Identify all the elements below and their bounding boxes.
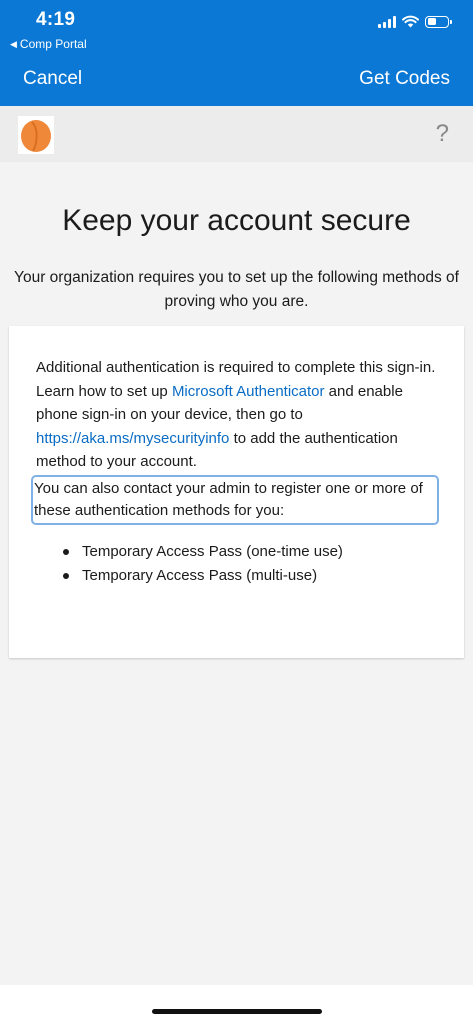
cellular-signal-icon (378, 15, 396, 28)
microsoft-authenticator-link[interactable]: Microsoft Authenticator (172, 383, 325, 400)
info-card: Additional authentication is required to… (9, 326, 464, 658)
back-app-label: Comp Portal (19, 37, 87, 51)
mysecurityinfo-link[interactable]: https://aka.ms/mysecurityinfo (36, 430, 229, 447)
instructions-paragraph: Additional authentication is required to… (36, 356, 446, 474)
bottom-safe-area (0, 985, 473, 1023)
get-codes-button[interactable]: Get Codes (359, 68, 450, 90)
list-item: Temporary Access Pass (one-time use) (62, 540, 343, 564)
top-bar: 4:19 ◀ Comp Portal Cancel Get Codes (0, 0, 473, 106)
status-time: 4:19 (36, 9, 76, 30)
wifi-icon (402, 15, 419, 28)
methods-list: Temporary Access Pass (one-time use) Tem… (62, 540, 343, 587)
page-subtitle: Your organization requires you to set up… (14, 269, 459, 310)
battery-icon (425, 15, 452, 28)
back-to-app-link[interactable]: ◀ Comp Portal (10, 37, 87, 51)
help-icon[interactable]: ? (436, 120, 449, 148)
contact-admin-paragraph: You can also contact your admin to regis… (31, 475, 439, 525)
list-item: Temporary Access Pass (multi-use) (62, 564, 343, 588)
back-arrow-icon: ◀ (10, 38, 17, 49)
home-indicator[interactable] (152, 1009, 322, 1014)
status-icons (378, 15, 452, 28)
cancel-button[interactable]: Cancel (23, 68, 82, 90)
page-title: Keep your account secure (62, 204, 411, 237)
orange-logo-icon (18, 116, 54, 154)
brand-header: ? (0, 106, 473, 162)
